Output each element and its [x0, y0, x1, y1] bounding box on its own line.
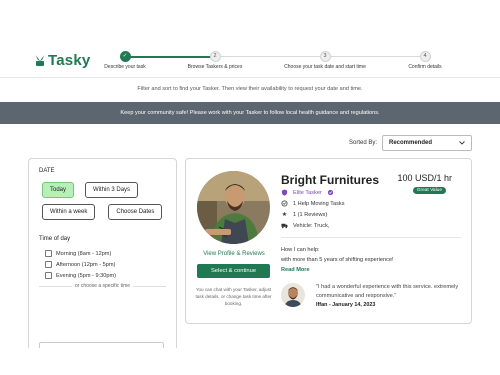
date-3-days-button[interactable]: Within 3 Days	[85, 182, 139, 198]
shield-icon	[281, 189, 288, 196]
view-profile-link[interactable]: View Profile & Reviews	[190, 251, 278, 257]
elite-tasker-row: Elite Tasker	[281, 189, 334, 196]
review-author: Iffan - January 14, 2023	[316, 302, 376, 308]
choose-dates-button[interactable]: Choose Dates	[108, 204, 163, 220]
leaf-logo-icon	[36, 55, 44, 66]
tasks-count-row: 1 Help Moving Tasks	[281, 200, 345, 207]
review-text: "I had a wonderful experience with this …	[316, 284, 459, 299]
step-label: Describe your task	[104, 64, 146, 70]
or-text: or choose a specific time	[74, 283, 131, 289]
chevron-down-icon	[459, 141, 465, 145]
checkbox[interactable]	[45, 250, 52, 257]
or-divider: or choose a specific time	[39, 283, 166, 289]
header: Tasky ✓ Describe your task 2 Browse Task…	[0, 0, 500, 78]
step-label: Browse Taskers & prices	[187, 64, 243, 70]
step-4[interactable]: 4 Confirm details	[380, 50, 470, 70]
help-text: with more than 5 years of shifting exper…	[281, 257, 394, 263]
tasker-card: View Profile & Reviews Select & continue…	[185, 158, 472, 324]
divider	[281, 237, 461, 238]
vehicle-row: Vehicle: Truck,	[281, 222, 329, 229]
date-section-title: DATE	[39, 168, 55, 174]
filters-panel: DATE Today Within 3 Days Within a week C…	[28, 158, 177, 348]
time-section-title: Time of day	[39, 236, 71, 242]
date-options: Today Within 3 Days Within a week Choose…	[42, 182, 166, 220]
step-number: 2	[209, 51, 221, 62]
verified-icon	[327, 189, 333, 196]
step-number: 4	[419, 51, 431, 62]
step-1[interactable]: ✓ Describe your task	[80, 50, 170, 70]
star-icon: ★	[281, 211, 288, 218]
time-option-label: Evening (5pm - 9:30pm)	[56, 272, 117, 279]
step-2[interactable]: 2 Browse Taskers & prices	[170, 50, 260, 70]
time-option-evening[interactable]: Evening (5pm - 9:30pm)	[45, 272, 166, 279]
step-label: Choose your task date and start time	[284, 64, 366, 70]
sort-label: Sorted By:	[348, 140, 377, 146]
step-number: 3	[319, 51, 331, 62]
specific-time-select[interactable]	[39, 342, 164, 348]
intro-text: Filter and sort to find your Tasker. The…	[137, 86, 363, 92]
reviews-count: 1 (1 Reviews)	[293, 211, 328, 218]
tasker-avatar[interactable]	[197, 171, 270, 244]
time-option-afternoon[interactable]: Afternoon (12pm - 5pm)	[45, 261, 166, 268]
date-week-button[interactable]: Within a week	[42, 204, 96, 220]
time-option-morning[interactable]: Morning (8am - 12pm)	[45, 250, 166, 257]
tasks-count: 1 Help Moving Tasks	[293, 200, 345, 207]
elite-label: Elite Tasker	[293, 189, 322, 196]
sort-control: Sorted By: Recommended	[349, 135, 472, 151]
time-option-label: Afternoon (12pm - 5pm)	[56, 261, 116, 268]
date-today-button[interactable]: Today	[42, 182, 75, 198]
progress-steps: ✓ Describe your task 2 Browse Taskers & …	[100, 50, 460, 74]
chat-note: You can chat with your Tasker, adjust ta…	[195, 287, 272, 306]
checkbox[interactable]	[45, 261, 52, 268]
select-continue-button[interactable]: Select & continue	[197, 264, 270, 278]
check-icon: ✓	[119, 51, 131, 62]
check-circle-icon	[281, 200, 288, 207]
read-more-link[interactable]: Read More	[281, 267, 310, 273]
tasker-name: Bright Furnitures	[281, 173, 379, 187]
reviewer-avatar	[281, 283, 305, 307]
reviews-row: ★ 1 (1 Reviews)	[281, 211, 327, 218]
safety-banner: Keep your community safe! Please work wi…	[0, 102, 500, 124]
help-title: How I can help:	[281, 247, 320, 253]
time-option-label: Morning (8am - 12pm)	[56, 250, 112, 257]
sort-select[interactable]: Recommended	[382, 135, 472, 151]
vehicle-text: Vehicle: Truck,	[293, 222, 330, 229]
tasker-price: 100 USD/1 hr	[397, 173, 452, 183]
truck-icon	[281, 223, 288, 229]
sort-selected-value: Recommended	[389, 140, 433, 146]
step-3[interactable]: 3 Choose your task date and start time	[280, 50, 370, 70]
checkbox[interactable]	[45, 272, 52, 279]
step-label: Confirm details	[408, 64, 442, 70]
great-value-badge: Great Value	[412, 187, 446, 194]
